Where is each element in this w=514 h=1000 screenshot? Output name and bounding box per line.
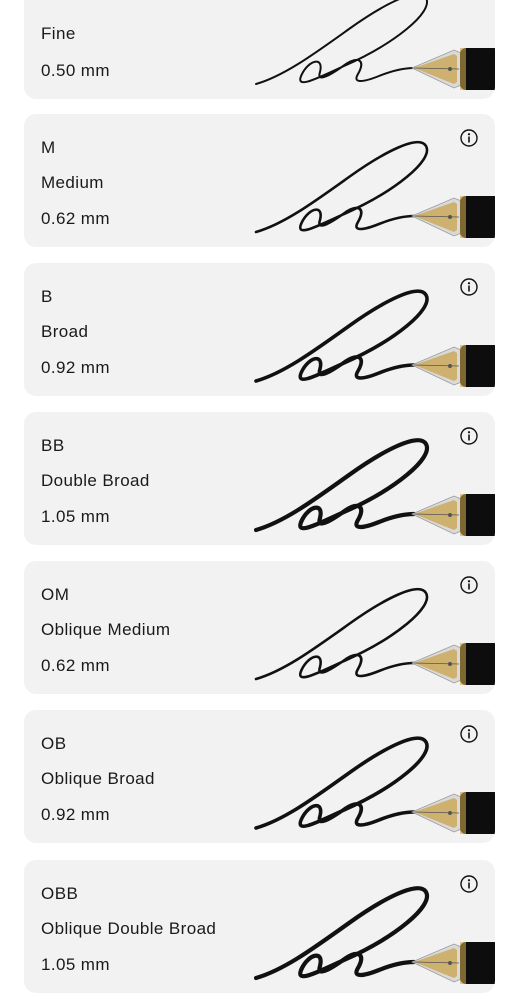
- handwriting-sample-icon: [254, 587, 495, 685]
- nib-option-fine[interactable]: F Fine 0.50 mm: [24, 0, 495, 99]
- nib-code: M: [41, 138, 56, 157]
- nib-code: BB: [41, 436, 65, 455]
- ink-stroke: [254, 140, 429, 234]
- nib-name: Double Broad: [41, 471, 150, 490]
- nib-width: 0.92 mm: [41, 358, 110, 377]
- nib-width: 1.05 mm: [41, 955, 110, 974]
- nib-option-double-broad[interactable]: BB Double Broad 1.05 mm: [24, 412, 495, 545]
- ink-stroke: [254, 587, 429, 681]
- handwriting-sample-icon: [255, 0, 495, 90]
- nib-code: OM: [41, 585, 70, 604]
- ink-stroke: [254, 736, 429, 830]
- nib-code: OBB: [41, 884, 79, 903]
- nib-code: B: [41, 287, 53, 306]
- nib-width: 1.05 mm: [41, 507, 110, 526]
- ink-stroke: [254, 289, 429, 383]
- pen-ring: [460, 48, 466, 90]
- nib-name: Oblique Broad: [41, 769, 155, 788]
- handwriting-sample-icon: [254, 140, 495, 238]
- nib-name: Fine: [41, 24, 76, 43]
- nib-breather-hole: [448, 364, 452, 368]
- nib-breather-hole: [448, 215, 452, 219]
- nib-name: Broad: [41, 322, 89, 341]
- pen-ring: [460, 942, 466, 984]
- pen-ring: [460, 792, 466, 834]
- nib-breather-hole: [448, 67, 452, 71]
- nib-option-broad[interactable]: B Broad 0.92 mm: [24, 263, 495, 396]
- pen-ring: [460, 494, 466, 536]
- nib-breather-hole: [448, 662, 452, 666]
- nib-option-oblique-broad[interactable]: OB Oblique Broad 0.92 mm: [24, 710, 495, 843]
- handwriting-sample-icon: [254, 736, 495, 834]
- nib-breather-hole: [448, 513, 452, 517]
- ink-stroke: [254, 438, 430, 533]
- nib-breather-hole: [448, 811, 452, 815]
- nib-name: Medium: [41, 173, 104, 192]
- handwriting-sample-icon: [254, 289, 495, 387]
- handwriting-sample-icon: [254, 886, 495, 984]
- ink-stroke: [255, 0, 429, 85]
- nib-width: 0.50 mm: [41, 61, 110, 80]
- nib-breather-hole: [448, 961, 452, 965]
- nib-code: OB: [41, 734, 67, 753]
- pen-ring: [460, 643, 466, 685]
- nib-width: 0.62 mm: [41, 209, 110, 228]
- nib-name: Oblique Double Broad: [41, 919, 217, 938]
- nib-option-oblique-medium[interactable]: OM Oblique Medium 0.62 mm: [24, 561, 495, 694]
- nib-name: Oblique Medium: [41, 620, 171, 639]
- pen-ring: [460, 196, 466, 238]
- nib-width: 0.62 mm: [41, 656, 110, 675]
- ink-stroke: [254, 886, 430, 981]
- pen-ring: [460, 345, 466, 387]
- handwriting-sample-icon: [254, 438, 495, 536]
- nib-width: 0.92 mm: [41, 805, 110, 824]
- nib-option-medium[interactable]: M Medium 0.62 mm: [24, 114, 495, 247]
- nib-option-oblique-double-broad[interactable]: OBB Oblique Double Broad 1.05 mm: [24, 860, 495, 993]
